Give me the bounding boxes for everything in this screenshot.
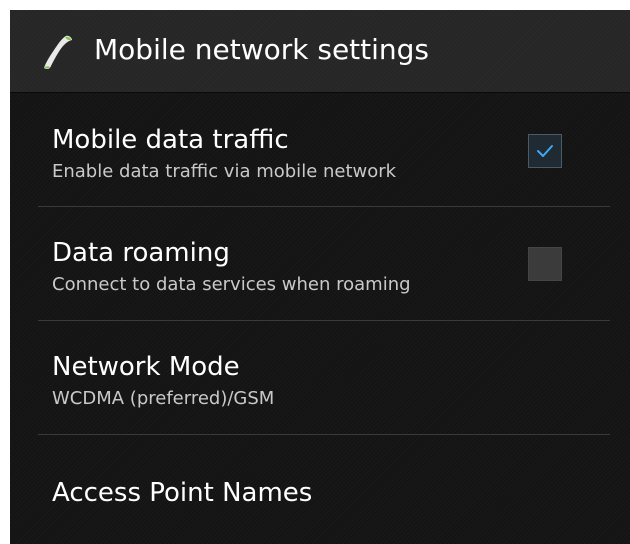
mobile-data-checkbox[interactable] (528, 134, 562, 168)
setting-data-roaming[interactable]: Data roaming Connect to data services wh… (10, 207, 630, 320)
phone-handset-icon[interactable] (36, 30, 80, 74)
setting-network-mode[interactable]: Network Mode WCDMA (preferred)/GSM (10, 321, 630, 434)
checkmark-icon (537, 145, 553, 157)
setting-summary: WCDMA (preferred)/GSM (52, 388, 275, 409)
action-bar: Mobile network settings (10, 10, 630, 93)
setting-access-point-names[interactable]: Access Point Names (10, 435, 630, 544)
setting-title: Data roaming (52, 238, 230, 268)
setting-title: Access Point Names (52, 478, 313, 508)
setting-mobile-data-traffic[interactable]: Mobile data traffic Enable data traffic … (10, 92, 630, 206)
setting-title: Network Mode (52, 352, 240, 382)
setting-title: Mobile data traffic (52, 125, 289, 155)
setting-summary: Enable data traffic via mobile network (52, 161, 397, 182)
settings-screen: Mobile network settings Mobile data traf… (10, 10, 630, 544)
setting-summary: Connect to data services when roaming (52, 274, 411, 295)
screen-title: Mobile network settings (94, 33, 430, 66)
data-roaming-checkbox[interactable] (528, 247, 562, 281)
